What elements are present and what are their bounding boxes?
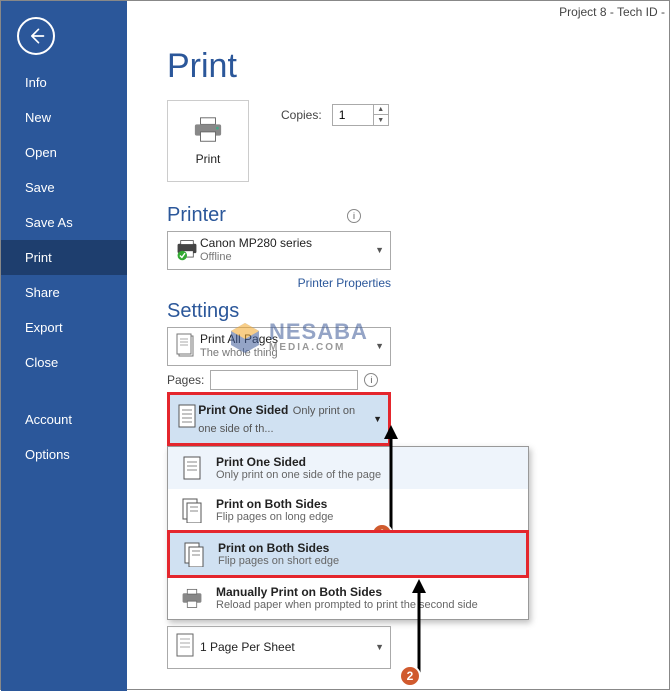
print-what-select[interactable]: Print All Pages The whole thing ▼ [167,327,391,366]
pages-input[interactable] [210,370,358,390]
sidebar-item-account[interactable]: Account [1,402,127,437]
sidebar-item-options[interactable]: Options [1,437,127,472]
print-button-label: Print [196,152,221,166]
page-one-sided-icon [176,403,198,429]
page-both-short-icon [183,541,205,567]
sidebar-item-open[interactable]: Open [1,135,127,170]
popup-option-one-sided[interactable]: Print One SidedOnly print on one side of… [168,447,528,489]
sidebar-item-print[interactable]: Print [1,240,127,275]
page-one-sided-icon [181,455,203,481]
option-title: Print on Both Sides [218,541,339,555]
popup-option-manual-both[interactable]: Manually Print on Both SidesReload paper… [168,577,528,619]
sides-dropdown-popup: Print One SidedOnly print on one side of… [167,446,529,620]
annotation-arrow-2 [409,579,429,679]
printer-select[interactable]: Canon MP280 series Offline ▼ [167,231,391,270]
sidebar-item-export[interactable]: Export [1,310,127,345]
printer-manual-icon [179,587,205,609]
chevron-down-icon: ▼ [375,341,384,351]
option-title: Print on Both Sides [216,497,333,511]
printer-properties-link[interactable]: Printer Properties [298,276,391,290]
copies-spinner[interactable]: ▲ ▼ [332,104,389,126]
settings-heading: Settings [167,300,239,323]
printer-heading: Printer [167,204,226,227]
option-title: Print One Sided [216,455,381,469]
option-subtitle: Flip pages on short edge [218,555,339,567]
per-sheet-label: 1 Page Per Sheet [200,640,375,654]
print-button[interactable]: Print [167,100,249,182]
option-title: Manually Print on Both Sides [216,585,478,599]
page-both-long-icon [181,497,203,523]
copies-label: Copies: [281,108,322,122]
copies-input[interactable] [333,105,373,125]
info-icon[interactable]: i [347,209,361,223]
spinner-up[interactable]: ▲ [374,105,388,115]
sidebar-item-share[interactable]: Share [1,275,127,310]
arrow-left-icon [26,26,46,46]
printer-icon [193,116,223,144]
chevron-down-icon: ▼ [375,245,384,255]
page-title: Print [167,47,670,86]
pages-per-sheet-select[interactable]: 1 Page Per Sheet ▼ [167,626,391,669]
chevron-down-icon: ▼ [373,414,382,424]
annotation-arrow-1 [381,425,401,535]
sidebar-item-close[interactable]: Close [1,345,127,380]
backstage-sidebar: Info New Open Save Save As Print Share E… [1,1,127,691]
back-button[interactable] [17,17,55,55]
popup-option-both-long[interactable]: Print on Both SidesFlip pages on long ed… [168,489,528,531]
popup-option-both-short[interactable]: Print on Both SidesFlip pages on short e… [167,530,529,578]
print-what-title: Print All Pages [200,332,375,347]
sides-select[interactable]: Print One Sided Only print on one side o… [167,392,391,446]
option-subtitle: Reload paper when prompted to print the … [216,599,478,611]
spinner-down[interactable]: ▼ [374,115,388,125]
print-what-subtitle: The whole thing [200,347,375,361]
info-icon[interactable]: i [364,373,378,387]
print-backstage-main: Print Print Copies: ▲ ▼ Printer i [127,1,670,691]
sidebar-item-new[interactable]: New [1,100,127,135]
printer-status: Offline [200,251,375,265]
pages-label: Pages: [167,373,204,387]
option-subtitle: Flip pages on long edge [216,511,333,523]
printer-status-icon [174,239,200,261]
printer-name: Canon MP280 series [200,236,375,251]
sidebar-item-info[interactable]: Info [1,65,127,100]
page-single-icon [174,632,196,658]
sidebar-item-save[interactable]: Save [1,170,127,205]
step-badge-2: 2 [399,665,421,687]
sidebar-item-save-as[interactable]: Save As [1,205,127,240]
chevron-down-icon: ▼ [375,642,384,652]
sides-title: Print One Sided [198,403,288,417]
pages-icon [176,333,198,359]
option-subtitle: Only print on one side of the page [216,469,381,481]
